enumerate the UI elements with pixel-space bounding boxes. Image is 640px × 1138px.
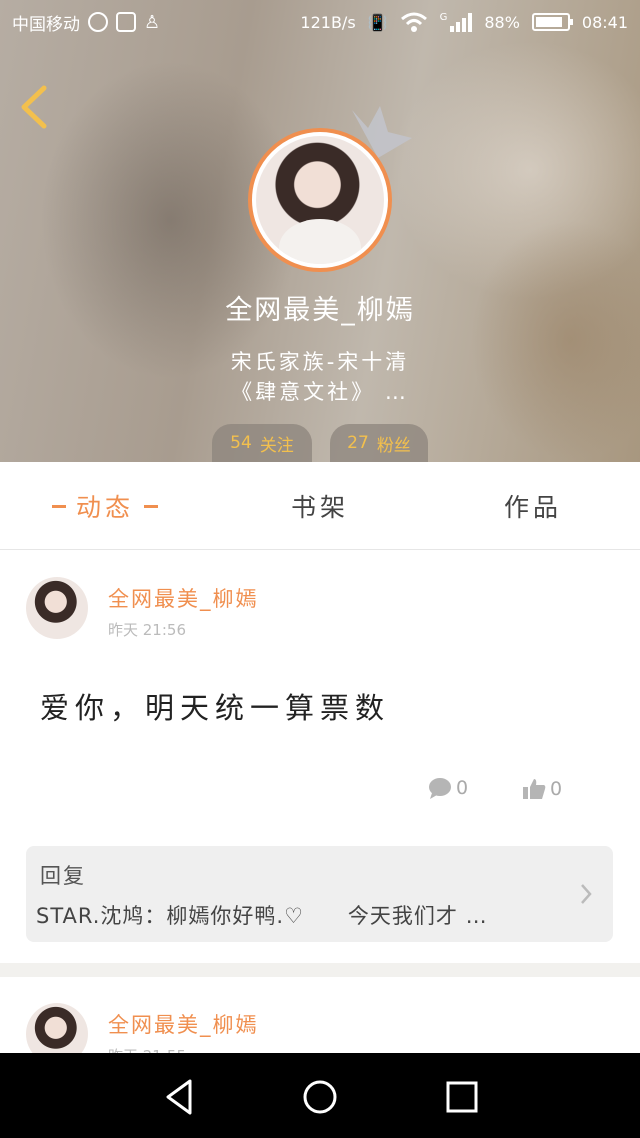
profile-header: 中国移动 ♙ 121B/s 📳 G 88% 08:41 全网最美_柳嫣 宋氏家族… xyxy=(0,0,640,462)
post-author-avatar[interactable] xyxy=(26,577,88,639)
comment-count: 0 xyxy=(456,777,469,799)
nav-home-icon[interactable] xyxy=(298,1075,342,1119)
network-speed: 121B/s xyxy=(300,12,356,32)
comment-button[interactable]: 0 xyxy=(428,777,468,799)
fans-count-badge[interactable]: 27 粉丝 xyxy=(330,424,428,462)
post-author-name[interactable]: 全网最美_柳嫣 xyxy=(108,1009,259,1039)
battery-icon xyxy=(531,13,573,31)
profile-signature-line1: 宋氏家族-宋十清 xyxy=(230,350,410,374)
follow-count-badge[interactable]: 54 关注 xyxy=(212,424,312,462)
reply-title: 回复 xyxy=(40,864,86,888)
profile-nickname: 全网最美_柳嫣 xyxy=(225,295,415,326)
back-arrow-icon[interactable] xyxy=(14,82,58,132)
image-icon xyxy=(116,12,136,32)
profile-signature-line2[interactable]: 《肆意文社》 … xyxy=(0,376,640,406)
fans-count: 27 xyxy=(347,433,369,453)
post-author-name[interactable]: 全网最美_柳嫣 xyxy=(108,583,259,613)
post-timestamp: 昨天 21:56 xyxy=(108,621,186,639)
reply-preview[interactable]: 回复 STAR.沈鸠：柳嫣你好鸭.♡ 今天我们才 … xyxy=(26,846,613,942)
post-content: 爱你，明天统一算票数 xyxy=(40,691,391,725)
reply-text: STAR.沈鸠：柳嫣你好鸭.♡ 今天我们才 … xyxy=(36,904,488,928)
feed-post: 全网最美_柳嫣 昨天 21:55 xyxy=(0,977,640,1053)
chevron-right-icon xyxy=(581,884,592,904)
system-navigation-bar xyxy=(0,1053,640,1138)
nav-back-icon[interactable] xyxy=(158,1075,202,1119)
vibrate-icon: 📳 xyxy=(367,12,388,32)
like-button[interactable]: 0 xyxy=(522,777,562,801)
carrier-label: 中国移动 xyxy=(12,14,80,35)
follow-label: 关注 xyxy=(259,435,294,456)
thumbs-up-icon xyxy=(523,779,546,799)
nav-recent-icon[interactable] xyxy=(440,1075,484,1119)
comment-icon xyxy=(429,778,451,799)
app-icon: ♙ xyxy=(144,11,161,33)
feed-divider xyxy=(0,963,640,977)
profile-avatar[interactable] xyxy=(248,128,392,272)
profile-tabs: 动态 书架 作品 xyxy=(0,462,640,550)
tab-works[interactable]: 作品 xyxy=(458,462,608,550)
battery-percent: 88% xyxy=(484,12,520,32)
feed-post: 全网最美_柳嫣 昨天 21:56 爱你，明天统一算票数 0 0 回复 STAR.… xyxy=(0,551,640,963)
status-bar: 中国移动 ♙ 121B/s 📳 G 88% 08:41 xyxy=(0,0,640,44)
like-count: 0 xyxy=(550,778,563,800)
tab-bookshelf[interactable]: 书架 xyxy=(245,462,395,550)
post-timestamp: 昨天 21:55 xyxy=(108,1045,186,1053)
clock: 08:41 xyxy=(581,12,628,32)
signal-icon: G xyxy=(440,12,473,32)
tab-activity[interactable]: 动态 xyxy=(30,462,180,550)
notification-icon xyxy=(88,12,108,32)
follow-count: 54 xyxy=(230,433,252,453)
post-author-avatar[interactable] xyxy=(26,1003,88,1053)
fans-label: 粉丝 xyxy=(376,435,411,456)
wifi-icon xyxy=(400,12,427,32)
